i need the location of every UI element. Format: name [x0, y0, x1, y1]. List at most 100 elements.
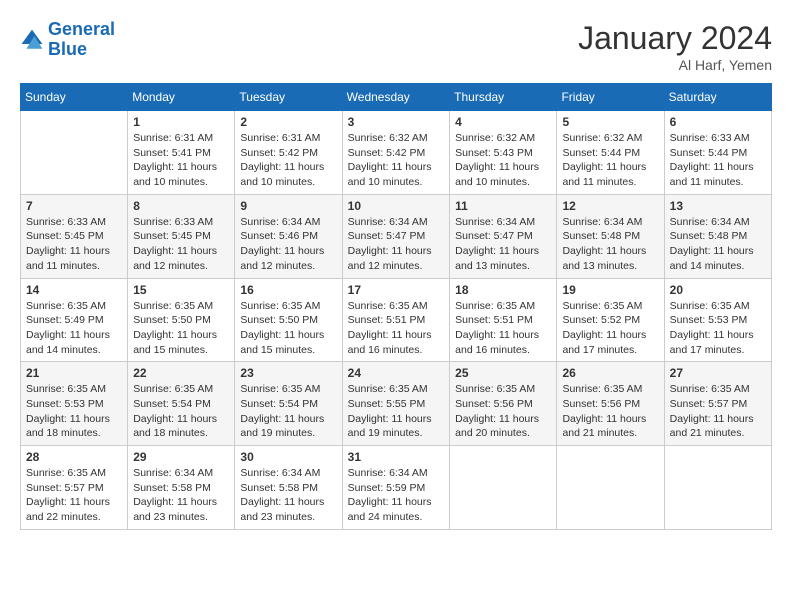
day-info: Sunrise: 6:35 AMSunset: 5:50 PMDaylight:…	[240, 299, 336, 358]
month-title: January 2024	[578, 20, 772, 57]
calendar-cell: 11 Sunrise: 6:34 AMSunset: 5:47 PMDaylig…	[450, 194, 557, 278]
calendar-cell: 22 Sunrise: 6:35 AMSunset: 5:54 PMDaylig…	[128, 362, 235, 446]
day-number: 30	[240, 450, 336, 464]
weekday-header: Wednesday	[342, 84, 449, 111]
day-number: 2	[240, 115, 336, 129]
day-info: Sunrise: 6:35 AMSunset: 5:57 PMDaylight:…	[670, 382, 766, 441]
day-info: Sunrise: 6:32 AMSunset: 5:44 PMDaylight:…	[562, 131, 658, 190]
day-info: Sunrise: 6:35 AMSunset: 5:52 PMDaylight:…	[562, 299, 658, 358]
day-number: 20	[670, 283, 766, 297]
day-number: 26	[562, 366, 658, 380]
day-info: Sunrise: 6:35 AMSunset: 5:56 PMDaylight:…	[455, 382, 551, 441]
day-info: Sunrise: 6:32 AMSunset: 5:42 PMDaylight:…	[348, 131, 444, 190]
day-number: 15	[133, 283, 229, 297]
calendar-cell: 16 Sunrise: 6:35 AMSunset: 5:50 PMDaylig…	[235, 278, 342, 362]
day-info: Sunrise: 6:35 AMSunset: 5:55 PMDaylight:…	[348, 382, 444, 441]
calendar-table: SundayMondayTuesdayWednesdayThursdayFrid…	[20, 83, 772, 530]
day-number: 28	[26, 450, 122, 464]
weekday-header: Monday	[128, 84, 235, 111]
calendar-cell: 28 Sunrise: 6:35 AMSunset: 5:57 PMDaylig…	[21, 446, 128, 530]
calendar-cell: 7 Sunrise: 6:33 AMSunset: 5:45 PMDayligh…	[21, 194, 128, 278]
day-info: Sunrise: 6:35 AMSunset: 5:53 PMDaylight:…	[26, 382, 122, 441]
calendar-cell: 6 Sunrise: 6:33 AMSunset: 5:44 PMDayligh…	[664, 111, 771, 195]
calendar-cell	[450, 446, 557, 530]
day-info: Sunrise: 6:34 AMSunset: 5:48 PMDaylight:…	[562, 215, 658, 274]
calendar-cell: 9 Sunrise: 6:34 AMSunset: 5:46 PMDayligh…	[235, 194, 342, 278]
calendar-cell: 10 Sunrise: 6:34 AMSunset: 5:47 PMDaylig…	[342, 194, 449, 278]
day-info: Sunrise: 6:32 AMSunset: 5:43 PMDaylight:…	[455, 131, 551, 190]
day-number: 8	[133, 199, 229, 213]
day-info: Sunrise: 6:31 AMSunset: 5:42 PMDaylight:…	[240, 131, 336, 190]
day-number: 1	[133, 115, 229, 129]
weekday-header: Friday	[557, 84, 664, 111]
weekday-header: Thursday	[450, 84, 557, 111]
day-number: 14	[26, 283, 122, 297]
day-number: 29	[133, 450, 229, 464]
day-info: Sunrise: 6:35 AMSunset: 5:51 PMDaylight:…	[348, 299, 444, 358]
day-number: 11	[455, 199, 551, 213]
title-block: January 2024 Al Harf, Yemen	[578, 20, 772, 73]
calendar-week-row: 21 Sunrise: 6:35 AMSunset: 5:53 PMDaylig…	[21, 362, 772, 446]
logo-general: General	[48, 19, 115, 39]
day-info: Sunrise: 6:35 AMSunset: 5:51 PMDaylight:…	[455, 299, 551, 358]
calendar-week-row: 28 Sunrise: 6:35 AMSunset: 5:57 PMDaylig…	[21, 446, 772, 530]
calendar-week-row: 1 Sunrise: 6:31 AMSunset: 5:41 PMDayligh…	[21, 111, 772, 195]
calendar-cell: 20 Sunrise: 6:35 AMSunset: 5:53 PMDaylig…	[664, 278, 771, 362]
day-info: Sunrise: 6:35 AMSunset: 5:50 PMDaylight:…	[133, 299, 229, 358]
day-number: 27	[670, 366, 766, 380]
day-info: Sunrise: 6:34 AMSunset: 5:58 PMDaylight:…	[133, 466, 229, 525]
day-info: Sunrise: 6:35 AMSunset: 5:53 PMDaylight:…	[670, 299, 766, 358]
calendar-cell: 4 Sunrise: 6:32 AMSunset: 5:43 PMDayligh…	[450, 111, 557, 195]
day-number: 4	[455, 115, 551, 129]
calendar-cell: 17 Sunrise: 6:35 AMSunset: 5:51 PMDaylig…	[342, 278, 449, 362]
day-info: Sunrise: 6:34 AMSunset: 5:58 PMDaylight:…	[240, 466, 336, 525]
calendar-cell: 5 Sunrise: 6:32 AMSunset: 5:44 PMDayligh…	[557, 111, 664, 195]
day-number: 31	[348, 450, 444, 464]
day-number: 22	[133, 366, 229, 380]
day-info: Sunrise: 6:34 AMSunset: 5:47 PMDaylight:…	[348, 215, 444, 274]
calendar-cell: 18 Sunrise: 6:35 AMSunset: 5:51 PMDaylig…	[450, 278, 557, 362]
weekday-header-row: SundayMondayTuesdayWednesdayThursdayFrid…	[21, 84, 772, 111]
logo-text: General Blue	[48, 20, 115, 60]
day-info: Sunrise: 6:34 AMSunset: 5:59 PMDaylight:…	[348, 466, 444, 525]
calendar-cell: 30 Sunrise: 6:34 AMSunset: 5:58 PMDaylig…	[235, 446, 342, 530]
logo: General Blue	[20, 20, 115, 60]
day-number: 6	[670, 115, 766, 129]
day-info: Sunrise: 6:33 AMSunset: 5:45 PMDaylight:…	[26, 215, 122, 274]
day-number: 23	[240, 366, 336, 380]
day-info: Sunrise: 6:35 AMSunset: 5:54 PMDaylight:…	[133, 382, 229, 441]
calendar-cell: 25 Sunrise: 6:35 AMSunset: 5:56 PMDaylig…	[450, 362, 557, 446]
calendar-cell: 19 Sunrise: 6:35 AMSunset: 5:52 PMDaylig…	[557, 278, 664, 362]
calendar-cell: 23 Sunrise: 6:35 AMSunset: 5:54 PMDaylig…	[235, 362, 342, 446]
day-number: 12	[562, 199, 658, 213]
weekday-header: Saturday	[664, 84, 771, 111]
calendar-cell: 26 Sunrise: 6:35 AMSunset: 5:56 PMDaylig…	[557, 362, 664, 446]
calendar-cell: 27 Sunrise: 6:35 AMSunset: 5:57 PMDaylig…	[664, 362, 771, 446]
day-number: 21	[26, 366, 122, 380]
day-number: 3	[348, 115, 444, 129]
weekday-header: Tuesday	[235, 84, 342, 111]
calendar-cell	[664, 446, 771, 530]
day-number: 19	[562, 283, 658, 297]
day-info: Sunrise: 6:35 AMSunset: 5:49 PMDaylight:…	[26, 299, 122, 358]
day-number: 5	[562, 115, 658, 129]
calendar-week-row: 7 Sunrise: 6:33 AMSunset: 5:45 PMDayligh…	[21, 194, 772, 278]
calendar-cell: 2 Sunrise: 6:31 AMSunset: 5:42 PMDayligh…	[235, 111, 342, 195]
day-info: Sunrise: 6:34 AMSunset: 5:47 PMDaylight:…	[455, 215, 551, 274]
calendar-cell: 8 Sunrise: 6:33 AMSunset: 5:45 PMDayligh…	[128, 194, 235, 278]
calendar-cell: 14 Sunrise: 6:35 AMSunset: 5:49 PMDaylig…	[21, 278, 128, 362]
day-info: Sunrise: 6:33 AMSunset: 5:45 PMDaylight:…	[133, 215, 229, 274]
calendar-cell: 1 Sunrise: 6:31 AMSunset: 5:41 PMDayligh…	[128, 111, 235, 195]
day-info: Sunrise: 6:31 AMSunset: 5:41 PMDaylight:…	[133, 131, 229, 190]
day-info: Sunrise: 6:35 AMSunset: 5:57 PMDaylight:…	[26, 466, 122, 525]
day-number: 9	[240, 199, 336, 213]
day-number: 13	[670, 199, 766, 213]
calendar-cell	[21, 111, 128, 195]
logo-icon	[20, 28, 44, 52]
day-number: 10	[348, 199, 444, 213]
logo-blue: Blue	[48, 40, 115, 60]
calendar-cell	[557, 446, 664, 530]
day-number: 25	[455, 366, 551, 380]
day-info: Sunrise: 6:34 AMSunset: 5:48 PMDaylight:…	[670, 215, 766, 274]
calendar-cell: 12 Sunrise: 6:34 AMSunset: 5:48 PMDaylig…	[557, 194, 664, 278]
